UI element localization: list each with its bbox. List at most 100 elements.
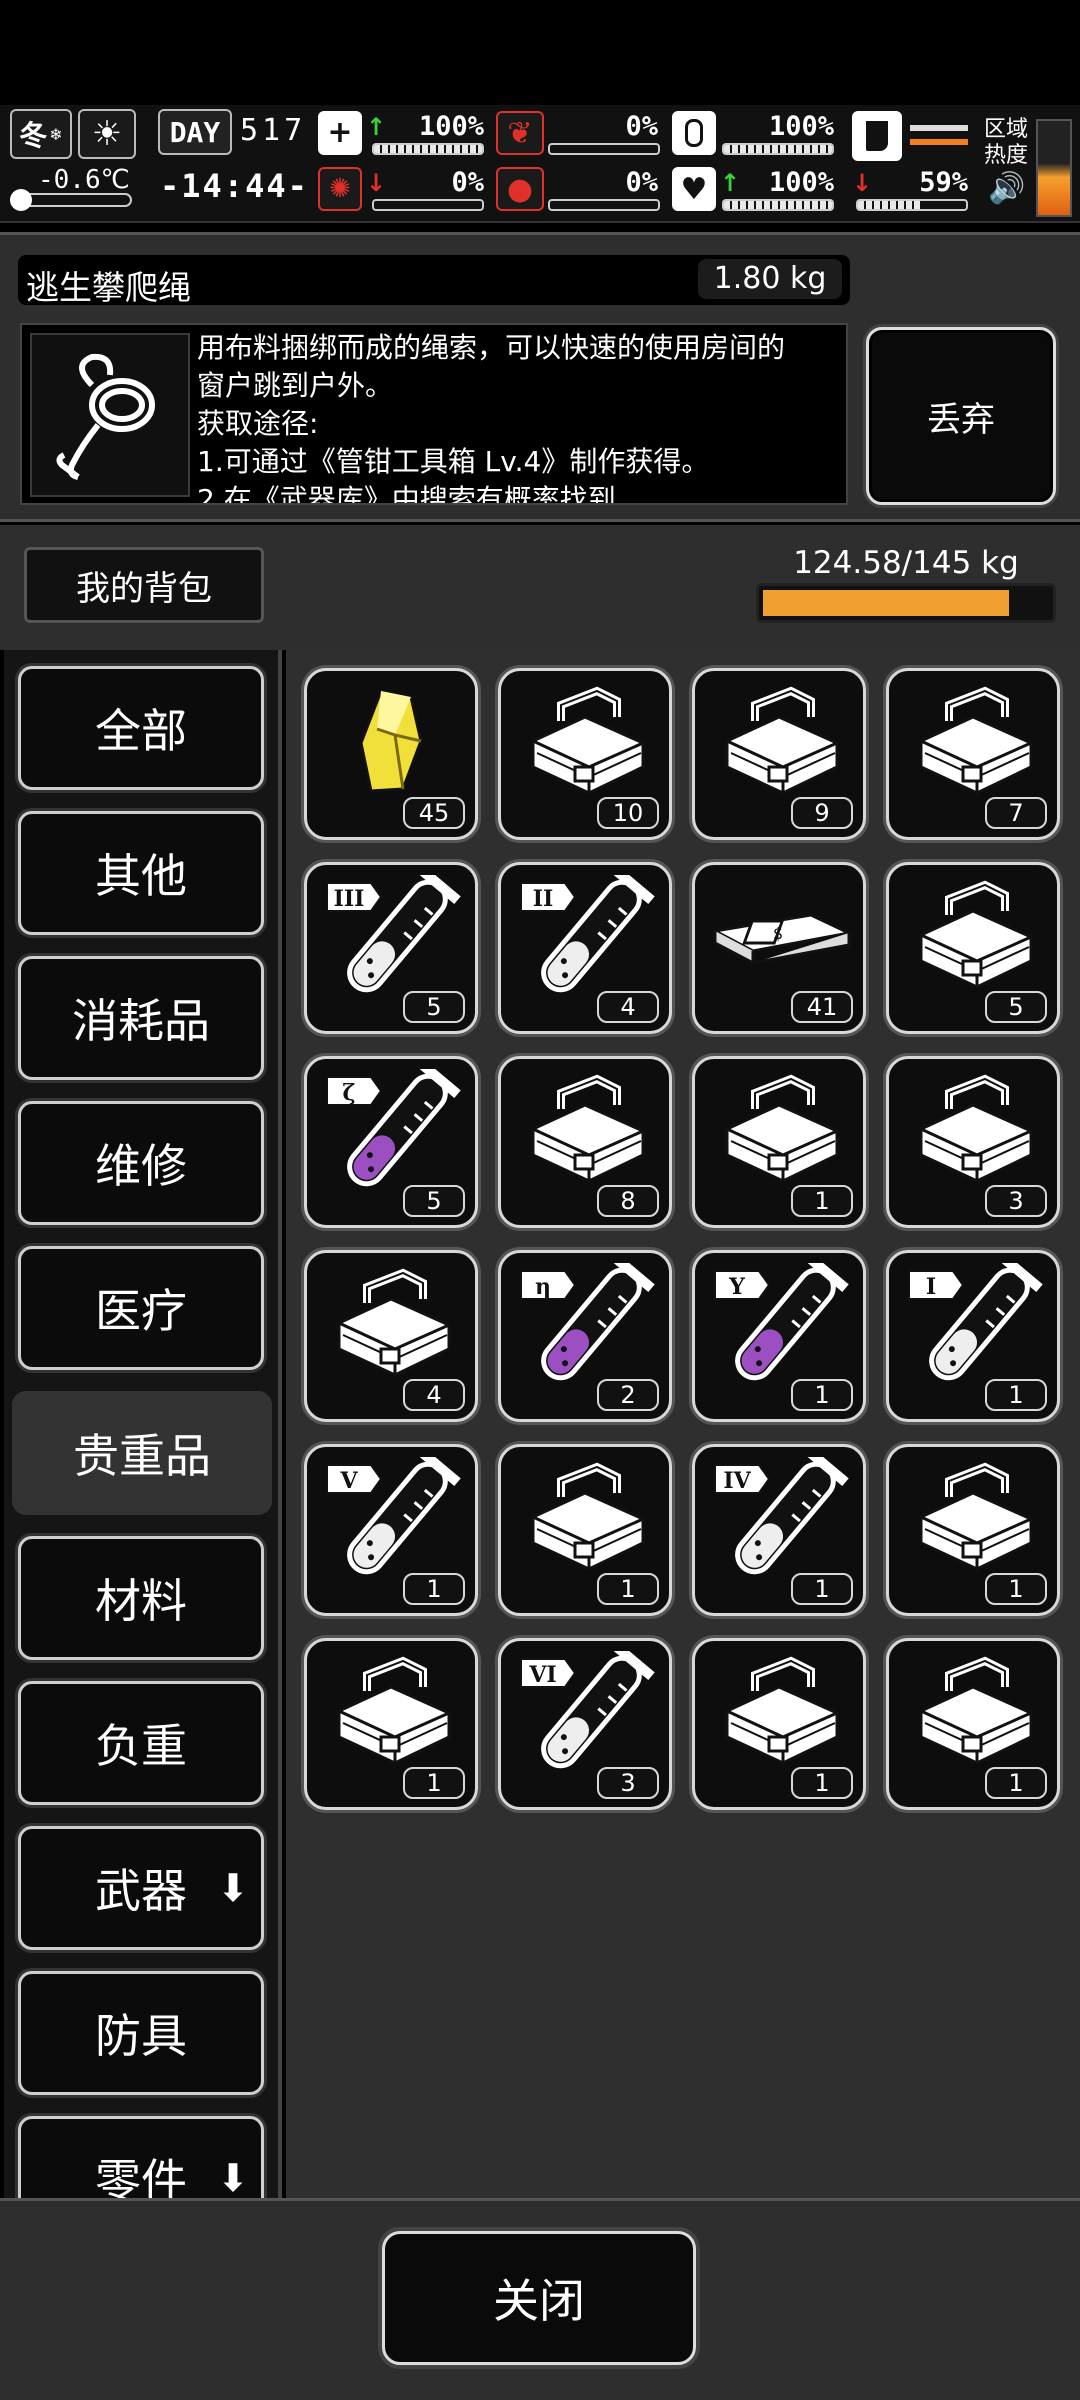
toolbox-icon (725, 1656, 839, 1765)
item-quantity-badge: 3 (597, 1767, 659, 1799)
category-label: 消耗品 (72, 994, 210, 1048)
item-quantity-badge: 1 (791, 1767, 853, 1799)
region-heat-label: 区域 热度 (984, 117, 1029, 168)
svg-text:VI: VI (528, 1662, 556, 1688)
item-quantity-badge: 5 (403, 1185, 465, 1217)
cash-bundle-icon: $ (710, 913, 854, 966)
category-consumables[interactable]: 消耗品 (18, 956, 264, 1080)
svg-text:I: I (926, 1274, 936, 1300)
snowflake-icon: ❄ (49, 124, 63, 144)
inventory-slot[interactable]: 1 (886, 1444, 1060, 1616)
heart-icon: ♥ (672, 167, 716, 211)
temperature-value: -0.6℃ (38, 165, 130, 195)
item-description-box: 用布料捆绑而成的绳索，可以快速的使用房间的 窗户跳到户外。 获取途径: 1.可通… (20, 323, 848, 505)
item-description: 用布料捆绑而成的绳索，可以快速的使用房间的 窗户跳到户外。 获取途径: 1.可通… (197, 331, 786, 505)
test-tube-icon: IV (714, 1457, 849, 1575)
item-quantity-badge: 7 (985, 797, 1047, 829)
toolbox-icon (337, 1656, 451, 1765)
item-quantity-badge: 1 (791, 1185, 853, 1217)
canteen-icon (672, 111, 716, 155)
inventory-slot[interactable]: 4 (304, 1250, 478, 1422)
status-bar: 冬 ❄ ☀ -0.6℃ DAY 517 -14:44- + ↑ 100% ✺ ↓… (0, 105, 1080, 223)
item-quantity-badge: 1 (985, 1379, 1047, 1411)
brain-icon: ✺ (318, 167, 362, 211)
inventory-slot[interactable]: I 1 (886, 1250, 1060, 1422)
category-label: 其他 (95, 849, 187, 903)
item-detail-panel: 逃生攀爬绳 1.80 kg 用布料捆绑而成的绳索，可以快速的使用房间的 窗户跳到… (0, 232, 1080, 522)
heart-bar (722, 199, 834, 211)
inventory-slot[interactable]: 1 (692, 1638, 866, 1810)
category-parts[interactable]: 零件 ⬇ (18, 2116, 264, 2198)
health-bar (372, 143, 484, 155)
inventory-slot[interactable]: ζ 5 (304, 1056, 478, 1228)
item-quantity-badge: 1 (791, 1379, 853, 1411)
category-weapons[interactable]: 武器 ⬇ (18, 1826, 264, 1950)
backpack-weight-fill (763, 590, 1009, 616)
backpack-title: 我的背包 (24, 547, 264, 623)
inventory-slot[interactable]: η 2 (498, 1250, 672, 1422)
category-materials[interactable]: 材料 (18, 1536, 264, 1660)
inventory-slot[interactable]: 8 (498, 1056, 672, 1228)
inventory-slot[interactable]: 9 (692, 668, 866, 840)
category-label: 贵重品 (73, 1429, 211, 1483)
infection-bar (372, 199, 484, 211)
crystal-icon (359, 689, 423, 793)
day-number: 517 (240, 113, 307, 148)
inventory-grid: 45 10 9 7 III 5 II 4 $ 41 5 ζ 5 8 1 3 4 … (286, 650, 1080, 2198)
inventory-slot[interactable]: 1 (692, 1056, 866, 1228)
inventory-slot[interactable]: 45 (304, 668, 478, 840)
sun-icon: ☀ (78, 109, 136, 159)
item-quantity-badge: 1 (985, 1573, 1047, 1605)
inventory-slot[interactable]: IV 1 (692, 1444, 866, 1616)
backpack-weight-bar (756, 583, 1056, 623)
category-label: 全部 (95, 704, 187, 758)
inventory-slot[interactable]: 1 (304, 1638, 478, 1810)
drop-button[interactable]: 丢弃 (866, 327, 1056, 505)
inventory-slot[interactable]: 1 (498, 1444, 672, 1616)
speaker-icon[interactable]: 🔊 (988, 171, 1025, 206)
item-weight: 1.80 kg (698, 259, 842, 299)
item-quantity-badge: 4 (403, 1379, 465, 1411)
item-quantity-badge: 1 (403, 1767, 465, 1799)
item-quantity-badge: 1 (403, 1573, 465, 1605)
inventory-slot[interactable]: 3 (886, 1056, 1060, 1228)
category-all[interactable]: 全部 (18, 666, 264, 790)
inventory-slot[interactable]: Y 1 (692, 1250, 866, 1422)
svg-text:η: η (535, 1274, 551, 1300)
category-label: 材料 (95, 1574, 187, 1628)
test-tube-icon: VI (520, 1651, 655, 1769)
backpack-header: 我的背包 124.58/145 kg (0, 525, 1080, 650)
inventory-slot[interactable]: 1 (886, 1638, 1060, 1810)
inventory-slot[interactable]: VI 3 (498, 1638, 672, 1810)
test-tube-icon: η (520, 1263, 655, 1381)
hunger-percent: 0% (625, 111, 658, 142)
region-heat-meter (1036, 119, 1072, 217)
category-repair[interactable]: 维修 (18, 1101, 264, 1225)
category-sidebar[interactable]: 全部 其他 消耗品 维修 医疗 贵重品 材料 负重 武器 ⬇ 防具 零件 ⬇ (4, 650, 282, 2198)
test-tube-icon: I (908, 1263, 1043, 1381)
inventory-slot[interactable]: 10 (498, 668, 672, 840)
thirst-percent: 0% (625, 167, 658, 198)
svg-text:V: V (339, 1468, 358, 1494)
category-label: 零件 (95, 2154, 187, 2198)
category-armor[interactable]: 防具 (18, 1971, 264, 2095)
inventory-slot[interactable]: $ 41 (692, 862, 866, 1034)
inventory-slot[interactable]: 7 (886, 668, 1060, 840)
category-medical[interactable]: 医疗 (18, 1246, 264, 1370)
category-load[interactable]: 负重 (18, 1681, 264, 1805)
category-label: 武器 (95, 1864, 187, 1918)
item-quantity-badge: 1 (985, 1767, 1047, 1799)
inventory-slot[interactable]: V 1 (304, 1444, 478, 1616)
item-name: 逃生攀爬绳 (26, 268, 191, 307)
footer: 关闭 (0, 2198, 1080, 2400)
download-arrow-icon: ⬇ (217, 2156, 249, 2198)
test-tube-icon: Y (714, 1263, 849, 1381)
item-quantity-badge: 1 (597, 1573, 659, 1605)
category-other[interactable]: 其他 (18, 811, 264, 935)
inventory-slot[interactable]: 5 (886, 862, 1060, 1034)
item-name-bar: 逃生攀爬绳 1.80 kg (18, 255, 850, 307)
inventory-slot[interactable]: II 4 (498, 862, 672, 1034)
category-valuables[interactable]: 贵重品 (12, 1391, 272, 1515)
close-button[interactable]: 关闭 (382, 2231, 696, 2365)
inventory-slot[interactable]: III 5 (304, 862, 478, 1034)
